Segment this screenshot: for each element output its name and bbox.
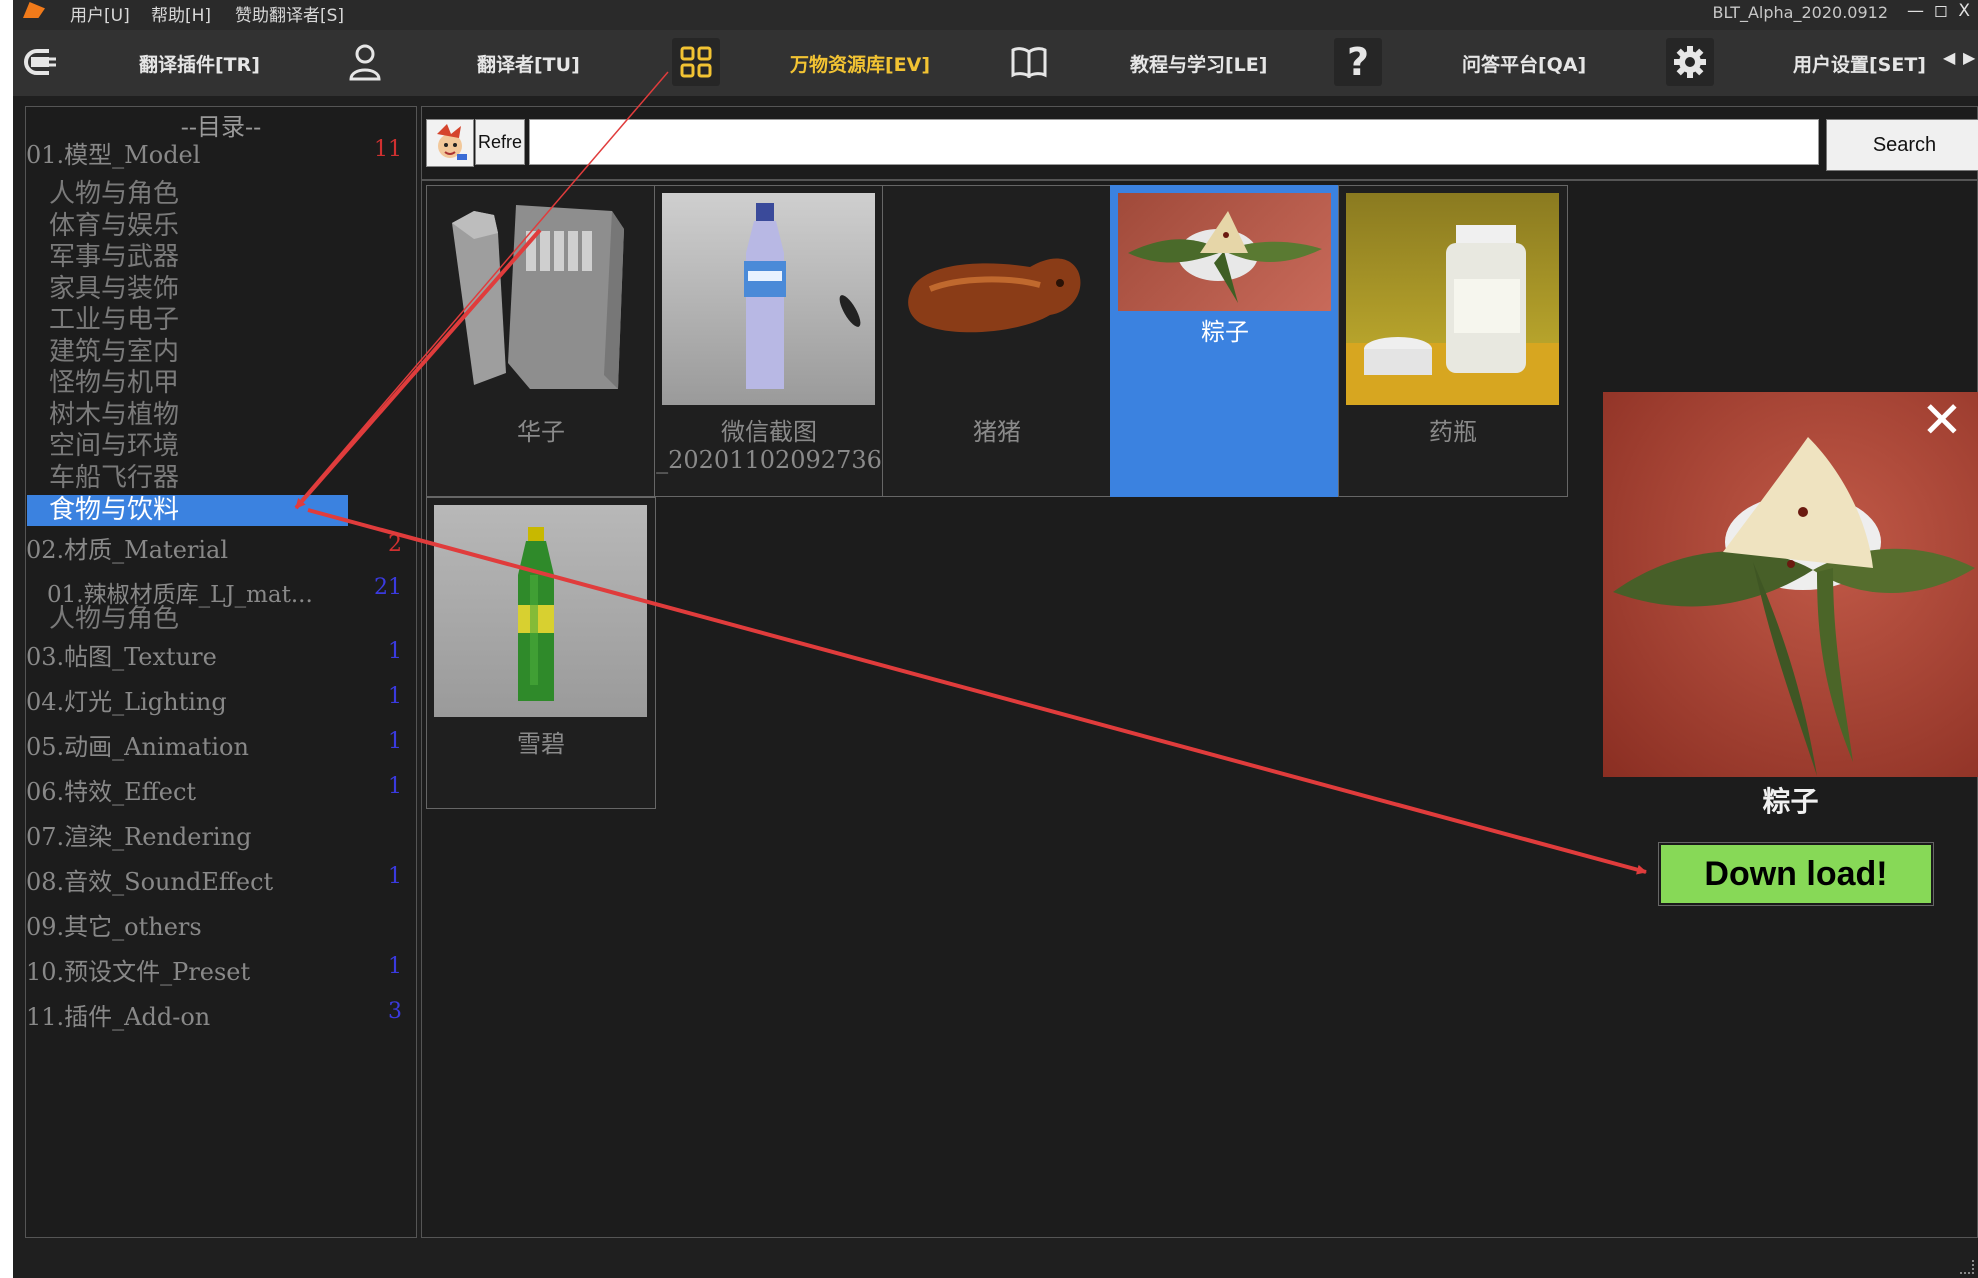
asset-thumbnail-sprite-bottle [434, 505, 647, 717]
search-input[interactable] [529, 119, 1819, 165]
asset-tile[interactable]: 微信截图 _20201102092736 [654, 185, 884, 497]
asset-name: 粽子 [1201, 318, 1249, 346]
asset-thumbnail-zongzi [1118, 193, 1331, 311]
search-bar: Refre Search [421, 106, 1978, 180]
menu-help[interactable]: 帮助[H] [151, 1, 211, 26]
app-version: BLT_Alpha_2020.0912 [1712, 3, 1888, 22]
asset-preview-panel: ✕ 粽子 Down load! [1603, 392, 1978, 1236]
asset-tile[interactable]: 药瓶 [1338, 185, 1568, 497]
category-sidebar: --目录-- 01.模型_Model 11 人物与角色 体育与娱乐 军事与武器 … [25, 106, 417, 1238]
grid-icon[interactable] [672, 38, 720, 86]
download-button[interactable]: Down load! [1658, 842, 1934, 906]
scroll-left-icon[interactable]: ◀ [1943, 48, 1955, 67]
category-animation[interactable]: 05.动画_Animation [26, 727, 249, 762]
refresh-button[interactable]: Refre [475, 119, 525, 165]
category-others[interactable]: 09.其它_others [26, 907, 202, 942]
menu-bar: 用户[U] 帮助[H] 赞助翻译者[S] BLT_Alpha_2020.0912… [13, 0, 1978, 30]
search-button[interactable]: Search [1826, 119, 1978, 171]
question-icon[interactable]: ? [1334, 38, 1382, 86]
category-model[interactable]: 01.模型_Model [26, 135, 200, 170]
asset-tile-selected[interactable]: 粽子 [1110, 185, 1340, 497]
subcategory-item[interactable]: 建筑与室内 [49, 337, 179, 368]
gear-icon[interactable] [1666, 38, 1714, 86]
asset-tile[interactable]: 雪碧 [426, 497, 656, 809]
category-count: 3 [388, 999, 402, 1024]
asset-thumbnail-lighter-and-cigarette-pack [434, 193, 647, 405]
maximize-button[interactable]: ◻ [1934, 1, 1948, 21]
asset-name: 猪猪 [973, 418, 1021, 446]
subcategory-item[interactable]: 空间与环境 [49, 431, 179, 462]
close-preview-button[interactable]: ✕ [1920, 395, 1964, 445]
category-count: 1 [388, 729, 402, 754]
subcategory-item[interactable]: 车船飞行器 [49, 463, 179, 494]
asset-thumbnail-medicine-bottle [1346, 193, 1559, 405]
tab-translate-plugin[interactable]: 翻译插件[TR] [139, 50, 260, 77]
category-addon[interactable]: 11.插件_Add-on [26, 997, 210, 1032]
subcategory-item-selected[interactable]: 食物与饮料 [27, 495, 348, 526]
main-toolbar: 翻译插件[TR] 翻译者[TU] 万物资源库[EV] 教程与学习[LE] ? 问… [13, 30, 1978, 96]
tab-translator[interactable]: 翻译者[TU] [477, 50, 580, 77]
tab-qa-platform[interactable]: 问答平台[QA] [1462, 50, 1586, 77]
subcategory-item[interactable]: 人物与角色 [49, 179, 179, 210]
asset-tile[interactable]: 华子 [426, 185, 656, 497]
app-logo [23, 2, 45, 18]
subcategory-item[interactable]: 体育与娱乐 [49, 211, 179, 242]
asset-thumbnail-water-bottle [662, 193, 875, 405]
category-texture[interactable]: 03.帖图_Texture [26, 637, 217, 672]
tab-resource-library[interactable]: 万物资源库[EV] [790, 50, 930, 77]
category-sound-effect[interactable]: 08.音效_SoundEffect [26, 862, 273, 897]
asset-tile[interactable]: 猪猪 [882, 185, 1112, 497]
category-count: 1 [388, 639, 402, 664]
minimize-button[interactable]: — [1907, 1, 1924, 21]
category-count: 11 [374, 137, 402, 162]
category-lighting[interactable]: 04.灯光_Lighting [26, 682, 227, 717]
asset-name: 微信截图 _20201102092736 [656, 418, 882, 474]
category-count: 1 [388, 954, 402, 979]
user-icon[interactable] [341, 38, 389, 86]
subcategory-item[interactable]: 怪物与机甲 [49, 368, 179, 399]
subcategory-item[interactable]: 工业与电子 [49, 305, 179, 336]
subcategory-count: 21 [374, 575, 402, 600]
subcategory-item[interactable]: 军事与武器 [49, 242, 179, 273]
category-count: 1 [388, 684, 402, 709]
category-rendering[interactable]: 07.渲染_Rendering [26, 817, 251, 852]
app-window: 用户[U] 帮助[H] 赞助翻译者[S] BLT_Alpha_2020.0912… [13, 0, 1978, 1278]
tab-user-settings[interactable]: 用户设置[SET] [1793, 50, 1926, 77]
resize-grip[interactable] [1960, 1260, 1974, 1274]
asset-name: 药瓶 [1429, 418, 1477, 446]
category-count: 2 [388, 532, 402, 557]
category-effect[interactable]: 06.特效_Effect [26, 772, 196, 807]
subcategory-item[interactable]: 家具与装饰 [49, 274, 179, 305]
subcategory-item[interactable]: 人物与角色 [49, 604, 179, 635]
menu-user[interactable]: 用户[U] [70, 1, 130, 26]
category-count: 1 [388, 864, 402, 889]
asset-name: 雪碧 [517, 730, 565, 758]
category-material[interactable]: 02.材质_Material [26, 530, 228, 565]
preview-image-zongzi: ✕ [1603, 392, 1978, 777]
plug-icon[interactable] [15, 38, 63, 86]
tab-tutorials[interactable]: 教程与学习[LE] [1130, 50, 1267, 77]
mascot-avatar[interactable] [426, 119, 474, 167]
preview-asset-name: 粽子 [1762, 785, 1819, 818]
asset-name: 华子 [517, 418, 565, 446]
category-preset[interactable]: 10.预设文件_Preset [26, 952, 250, 987]
scroll-right-icon[interactable]: ▶ [1963, 48, 1975, 67]
book-icon[interactable] [1005, 38, 1053, 86]
close-window-button[interactable]: X [1958, 1, 1970, 21]
asset-thumbnail-roast-pig [890, 193, 1103, 405]
category-count: 1 [388, 774, 402, 799]
subcategory-item[interactable]: 树木与植物 [49, 400, 179, 431]
menu-sponsor[interactable]: 赞助翻译者[S] [235, 1, 344, 26]
